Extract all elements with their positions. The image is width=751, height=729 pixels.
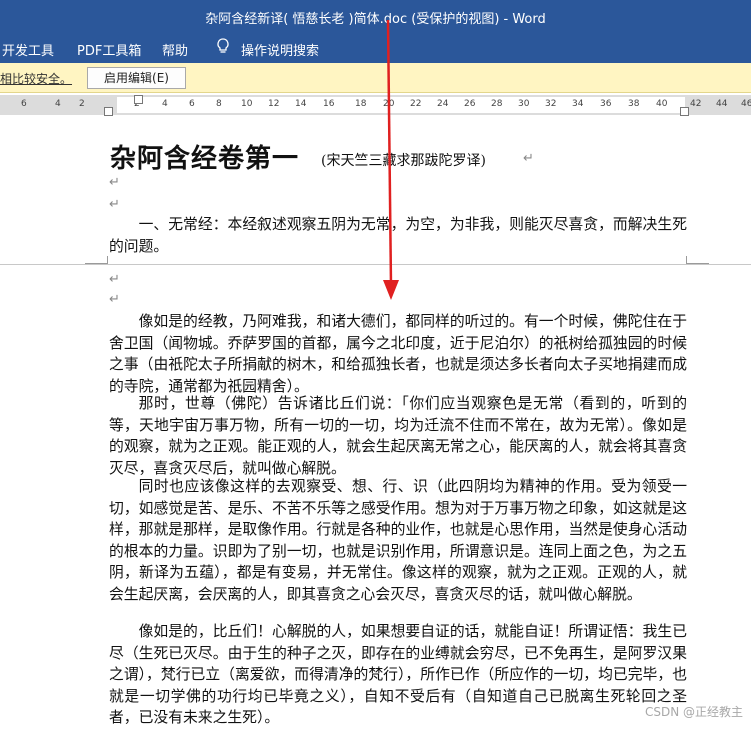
red-annotation-arrow: [383, 19, 399, 300]
watermark: CSDN @正经教主: [644, 705, 743, 719]
